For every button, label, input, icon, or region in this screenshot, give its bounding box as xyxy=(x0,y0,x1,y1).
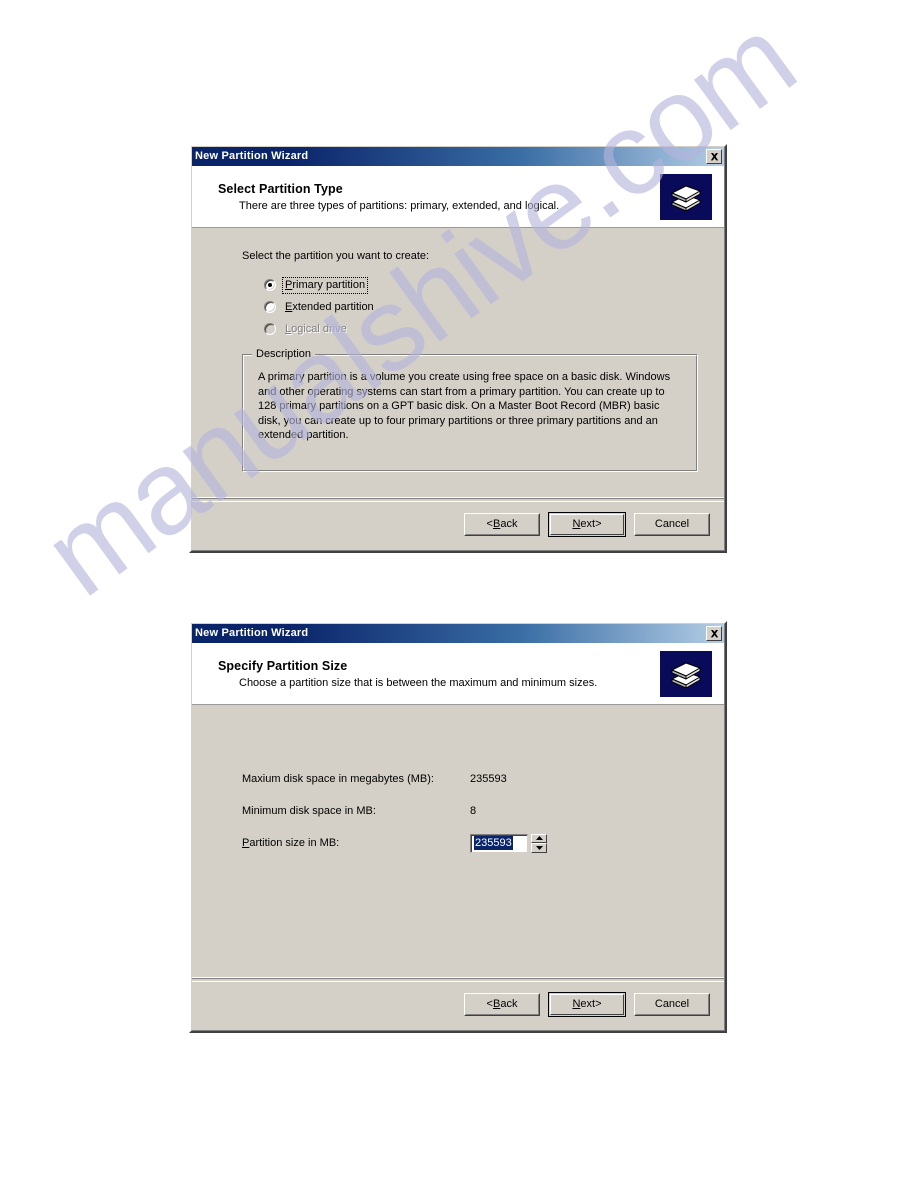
radio-icon-extended[interactable] xyxy=(264,301,276,313)
page-subtitle: There are three types of partitions: pri… xyxy=(239,199,560,212)
label-rest: xtended partition xyxy=(292,300,374,313)
next-button-inner: Next > xyxy=(550,513,624,535)
partition-size-label: Partition size in MB: xyxy=(242,837,470,849)
btn-rest: Cancel xyxy=(654,998,690,1010)
btn-rest: Cancel xyxy=(654,518,690,530)
wizard-header-texts: Specify Partition Size Choose a partitio… xyxy=(218,659,660,689)
radio-label-primary[interactable]: Primary partition xyxy=(281,276,369,294)
prompt-text: Select the partition you want to create: xyxy=(242,250,430,262)
back-button[interactable]: < Back xyxy=(464,992,540,1016)
back-button[interactable]: < Back xyxy=(464,512,540,536)
partition-size-value: 235593 xyxy=(474,836,513,850)
btn-rest: ext xyxy=(580,998,596,1010)
next-button[interactable]: Next > xyxy=(548,991,626,1017)
groupbox-title: Description xyxy=(252,348,316,360)
label-rest: ogical drive xyxy=(291,322,347,335)
partition-size-input[interactable]: 235593 xyxy=(470,833,528,853)
spinner-up-icon[interactable] xyxy=(531,833,547,843)
wizard-body: Maxium disk space in megabytes (MB): 235… xyxy=(192,705,724,977)
spinner-buttons[interactable] xyxy=(531,833,547,853)
field-row-min-disk-space: Minimum disk space in MB: 8 xyxy=(242,795,698,827)
back-button-inner: < Back xyxy=(465,993,539,1015)
partition-size-stepper[interactable]: 235593 xyxy=(470,833,547,853)
titlebar-title: New Partition Wizard xyxy=(195,627,309,639)
field-row-partition-size: Partition size in MB: 235593 xyxy=(242,827,698,859)
radio-icon-primary[interactable] xyxy=(264,279,276,291)
field-row-max-disk-space: Maxium disk space in megabytes (MB): 235… xyxy=(242,763,698,795)
description-text: A primary partition is a volume you crea… xyxy=(258,371,671,441)
footer-separator xyxy=(192,978,724,982)
label-rest: rimary partition xyxy=(292,278,366,291)
close-icon[interactable] xyxy=(706,149,722,164)
btn-suffix: > xyxy=(595,518,602,530)
label-rest: artition size in MB: xyxy=(249,837,340,849)
btn-rest: ext xyxy=(580,518,596,530)
cancel-button[interactable]: Cancel xyxy=(634,992,710,1016)
btn-rest: ack xyxy=(500,518,518,530)
wizard-body: Select the partition you want to create:… xyxy=(192,228,724,497)
radio-label-logical: Logical drive xyxy=(283,322,349,337)
max-disk-space-value: 235593 xyxy=(470,773,507,785)
radio-icon-logical xyxy=(264,323,276,335)
page-title: Select Partition Type xyxy=(218,181,343,196)
wizard-footer: < Back Next > Cancel xyxy=(192,497,724,550)
radio-option-extended-partition[interactable]: Extended partition xyxy=(264,296,698,318)
cancel-button-inner: Cancel xyxy=(635,513,709,535)
next-button[interactable]: Next > xyxy=(548,511,626,537)
max-disk-space-label: Maxium disk space in megabytes (MB): xyxy=(242,773,434,785)
radio-option-primary-partition[interactable]: Primary partition xyxy=(264,274,698,296)
titlebar-title: New Partition Wizard xyxy=(195,150,309,162)
wizard-header-texts: Select Partition Type There are three ty… xyxy=(218,182,660,212)
radio-label-extended[interactable]: Extended partition xyxy=(283,300,376,315)
titlebar[interactable]: New Partition Wizard xyxy=(192,624,724,643)
groupbox-inner: A primary partition is a volume you crea… xyxy=(243,355,697,471)
new-partition-wizard-dialog-specify-size: New Partition Wizard Specify Partition S… xyxy=(189,621,727,1033)
btn-suffix: > xyxy=(595,998,602,1010)
back-button-inner: < Back xyxy=(465,513,539,535)
disk-stack-icon xyxy=(660,650,712,697)
dialog-inner: New Partition Wizard Specify Partition S… xyxy=(191,623,725,1031)
cancel-button-inner: Cancel xyxy=(635,993,709,1015)
cancel-button[interactable]: Cancel xyxy=(634,512,710,536)
accel-char: N xyxy=(572,518,581,530)
description-groupbox: Description A primary partition is a vol… xyxy=(242,348,698,472)
wizard-header: Specify Partition Size Choose a partitio… xyxy=(192,643,724,705)
close-icon[interactable] xyxy=(706,626,722,641)
page-subtitle: Choose a partition size that is between … xyxy=(239,676,598,689)
radio-option-logical-drive: Logical drive xyxy=(264,318,698,340)
accel-char: N xyxy=(572,998,581,1010)
titlebar[interactable]: New Partition Wizard xyxy=(192,147,724,166)
dialog-inner: New Partition Wizard Select Partition Ty… xyxy=(191,146,725,551)
accel-char: B xyxy=(492,518,501,530)
min-disk-space-value: 8 xyxy=(470,805,477,817)
disk-stack-icon xyxy=(660,173,712,220)
wizard-header: Select Partition Type There are three ty… xyxy=(192,166,724,228)
wizard-footer: < Back Next > Cancel xyxy=(192,977,724,1030)
footer-separator xyxy=(192,498,724,502)
page-title: Specify Partition Size xyxy=(218,658,348,673)
spinner-down-icon[interactable] xyxy=(531,843,547,853)
next-button-inner: Next > xyxy=(550,993,624,1015)
btn-rest: ack xyxy=(500,998,518,1010)
new-partition-wizard-dialog-select-type: New Partition Wizard Select Partition Ty… xyxy=(189,144,727,553)
accel-char: B xyxy=(492,998,501,1010)
min-disk-space-label: Minimum disk space in MB: xyxy=(242,805,376,817)
